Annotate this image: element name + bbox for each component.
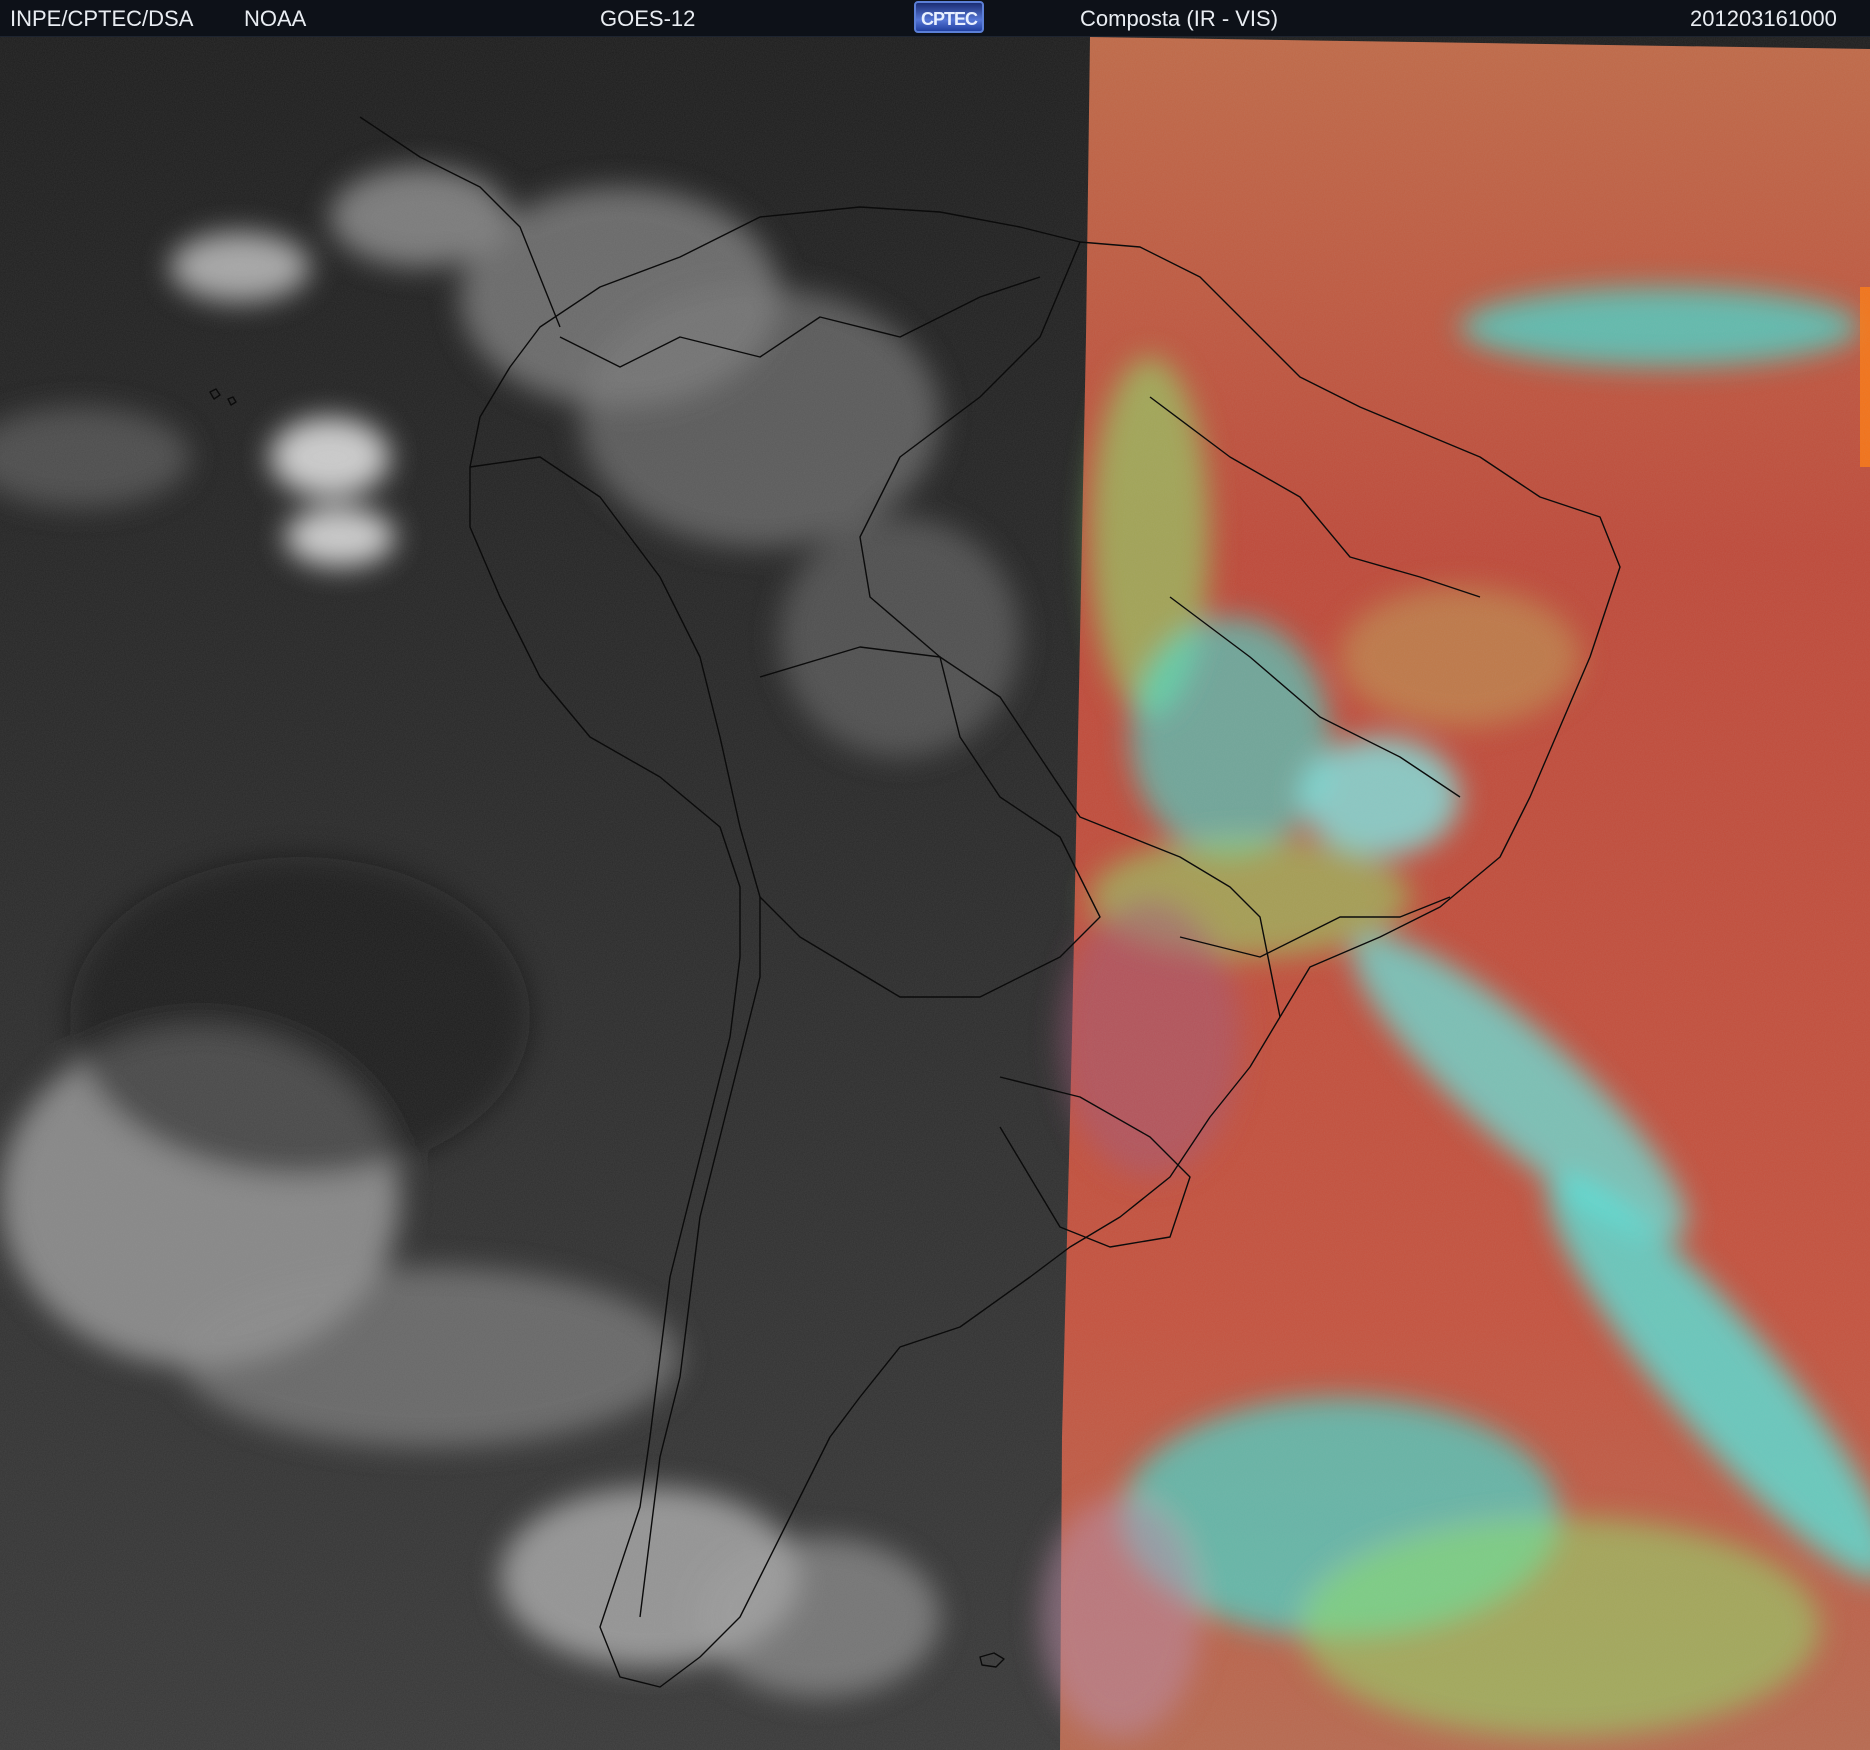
cptec-logo: CPTEC <box>914 1 984 33</box>
logo-text: CPTEC <box>920 9 978 29</box>
satellite-label: GOES-12 <box>600 6 696 31</box>
source-label: INPE/CPTEC/DSA <box>10 6 194 31</box>
product-label: Composta (IR - VIS) <box>1080 6 1279 31</box>
image-header: INPE/CPTEC/DSA NOAA GOES-12 CPTEC Compos… <box>0 0 1870 37</box>
timestamp-label: 201203161000 <box>1690 6 1837 31</box>
satellite-image <box>0 37 1870 1750</box>
agency-label: NOAA <box>244 6 307 31</box>
composite-satellite-map <box>0 37 1870 1750</box>
